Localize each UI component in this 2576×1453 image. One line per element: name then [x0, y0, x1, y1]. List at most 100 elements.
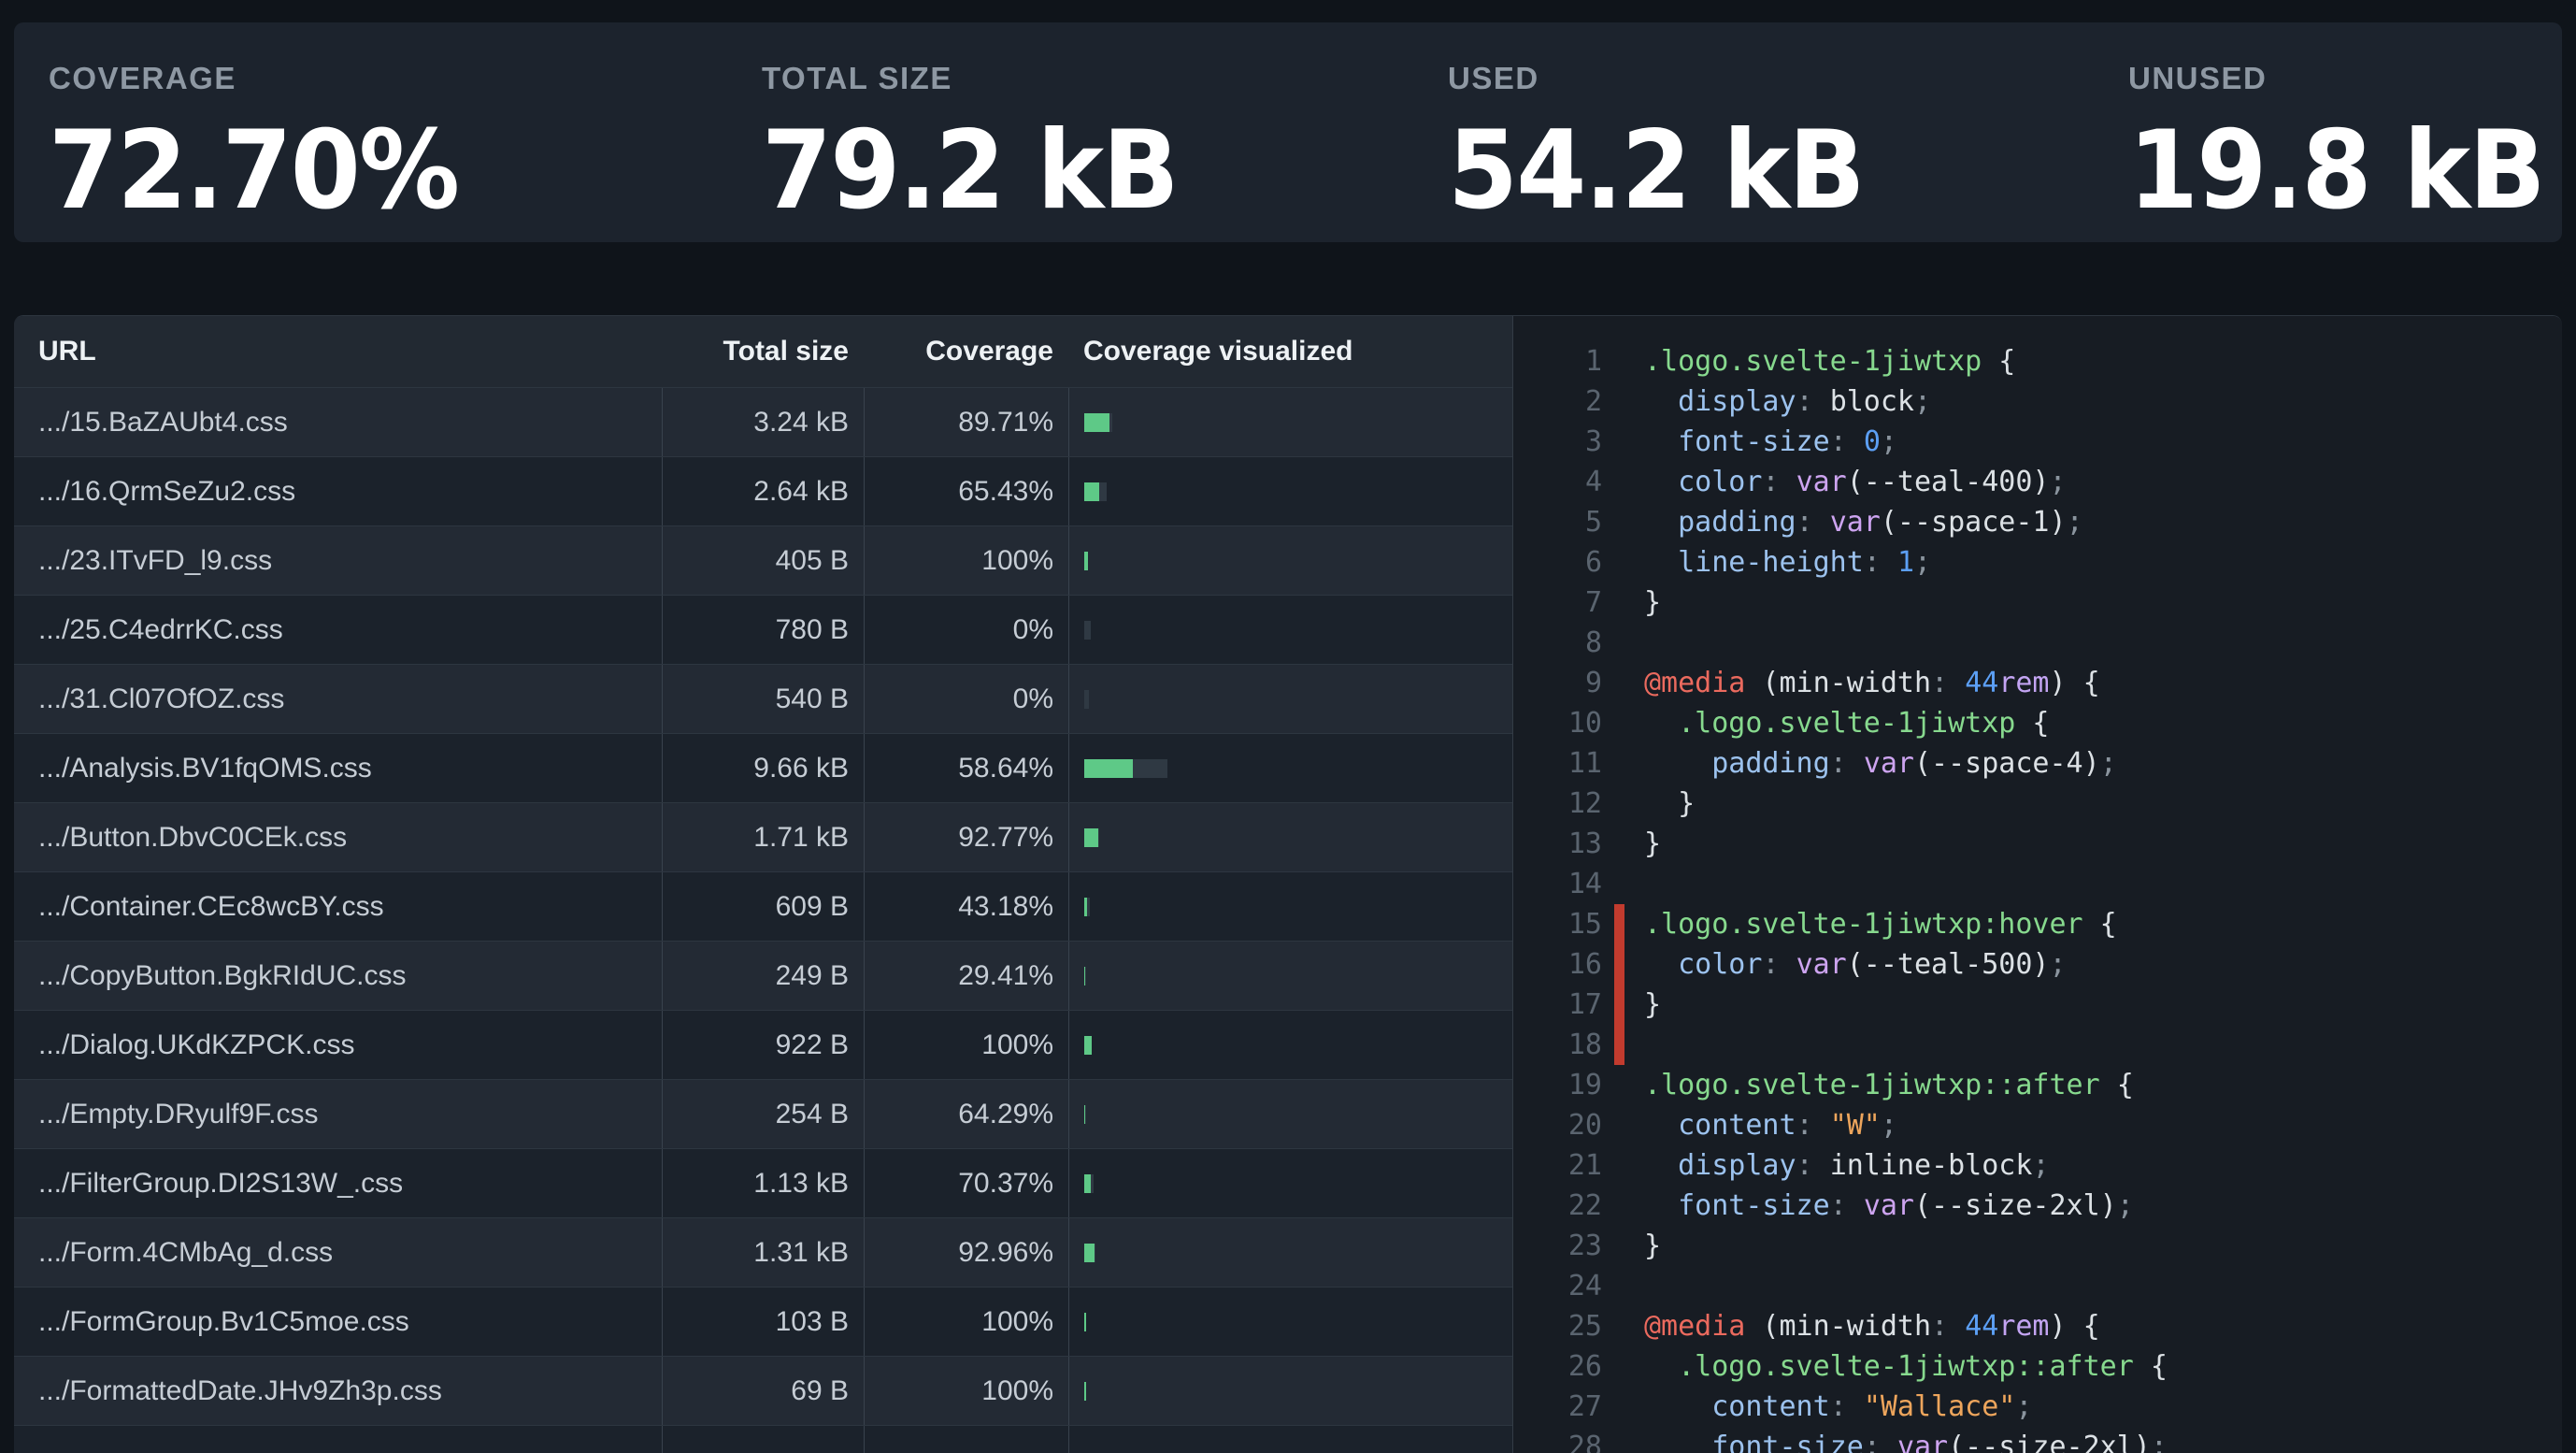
- line-number: 4: [1513, 462, 1602, 502]
- code-line: 22 font-size: var(--size-2xl);: [1513, 1186, 2562, 1226]
- header-total-size[interactable]: Total size: [662, 316, 864, 387]
- gutter-marker-spacer: [1614, 623, 1624, 663]
- code-line: 5 padding: var(--space-1);: [1513, 502, 2562, 542]
- coverage-visualized-cell: [1068, 734, 1512, 802]
- table-row[interactable]: .../Button.DbvC0CEk.css1.71 kB92.77%: [14, 802, 1512, 871]
- files-table: URL Total size Coverage Coverage visuali…: [14, 316, 1512, 1453]
- table-row[interactable]: .../FilterGroup.DI2S13W_.css1.13 kB70.37…: [14, 1148, 1512, 1217]
- gutter-marker-spacer: [1614, 703, 1624, 743]
- header-coverage-visualized[interactable]: Coverage visualized: [1068, 316, 1512, 387]
- table-row[interactable]: .../15.BaZAUbt4.css3.24 kB89.71%: [14, 387, 1512, 456]
- coverage-bar-used: [1084, 1313, 1086, 1331]
- coverage-bar-unused: [1084, 621, 1091, 640]
- source-code-viewer: 1.logo.svelte-1jiwtxp {2 display: block;…: [1512, 316, 2562, 1453]
- url-cell: .../FormGroup.Bv1C5moe.css: [14, 1288, 662, 1356]
- coverage-bar-used: [1084, 1382, 1086, 1401]
- code-line: 17}: [1513, 985, 2562, 1025]
- coverage-bar: [1084, 1244, 1095, 1262]
- table-row[interactable]: .../25.C4edrrKC.css780 B0%: [14, 595, 1512, 664]
- table-row[interactable]: .../Empty.DRyulf9F.css254 B64.29%: [14, 1079, 1512, 1148]
- table-row[interactable]: .../Container.CEc8wcBY.css609 B43.18%: [14, 871, 1512, 941]
- coverage-cell: 100%: [864, 1011, 1068, 1079]
- gutter-marker-spacer: [1614, 824, 1624, 864]
- code-text: .logo.svelte-1jiwtxp::after {: [1644, 1065, 2134, 1105]
- coverage-visualized-cell: [1068, 872, 1512, 941]
- files-table-body: .../15.BaZAUbt4.css3.24 kB89.71%.../16.Q…: [14, 387, 1512, 1453]
- line-number: 3: [1513, 422, 1602, 462]
- stat-total-size-label: TOTAL SIZE: [762, 61, 1413, 96]
- code-text: }: [1644, 784, 1695, 824]
- line-number: 23: [1513, 1226, 1602, 1266]
- code-text: .logo.svelte-1jiwtxp {: [1644, 341, 2015, 381]
- gutter-marker-spacer: [1614, 1145, 1624, 1186]
- code-text: color: var(--teal-500);: [1644, 944, 2067, 985]
- stat-total-size: TOTAL SIZE 79.2 kB: [727, 61, 1413, 225]
- table-row[interactable]: .../CopyButton.BgkRIdUC.css249 B29.41%: [14, 941, 1512, 1010]
- gutter-marker-spacer: [1614, 502, 1624, 542]
- coverage-cell: 43.18%: [864, 872, 1068, 941]
- header-coverage[interactable]: Coverage: [864, 316, 1068, 387]
- coverage-visualized-cell: [1068, 457, 1512, 525]
- table-row[interactable]: .../31.Cl07OfOZ.css540 B0%: [14, 664, 1512, 733]
- unused-range-marker: [1614, 1025, 1624, 1065]
- gutter-marker-spacer: [1614, 1226, 1624, 1266]
- coverage-bar: [1084, 1174, 1094, 1193]
- url-cell: .../Dialog.UKdKZPCK.css: [14, 1011, 662, 1079]
- coverage-bar-unused: [1091, 1174, 1094, 1193]
- stat-used-value: 54.2 kB: [1448, 117, 2049, 225]
- table-row[interactable]: .../23.ITvFD_l9.css405 B100%: [14, 525, 1512, 595]
- coverage-cell: 92.96%: [864, 1218, 1068, 1287]
- code-text: padding: var(--space-1);: [1644, 502, 2083, 542]
- files-table-header: URL Total size Coverage Coverage visuali…: [14, 316, 1512, 387]
- line-number: 28: [1513, 1427, 1602, 1453]
- line-number: 25: [1513, 1306, 1602, 1346]
- code-text: @media (min-width: 44rem) {: [1644, 663, 2100, 703]
- coverage-bar: [1084, 1313, 1086, 1331]
- coverage-visualized-cell: [1068, 1011, 1512, 1079]
- code-line: 11 padding: var(--space-4);: [1513, 743, 2562, 784]
- header-url[interactable]: URL: [14, 316, 662, 387]
- line-number: 27: [1513, 1387, 1602, 1427]
- coverage-bar-used: [1084, 1036, 1092, 1055]
- gutter-marker-spacer: [1614, 381, 1624, 422]
- total-size-cell: 3.24 kB: [662, 388, 864, 456]
- unused-range-marker: [1614, 904, 1624, 944]
- table-row[interactable]: .../Analysis.BV1fqOMS.css9.66 kB58.64%: [14, 733, 1512, 802]
- code-text: font-size: 0;: [1644, 422, 1897, 462]
- url-cell: .../23.ITvFD_l9.css: [14, 526, 662, 595]
- line-number: 19: [1513, 1065, 1602, 1105]
- table-row[interactable]: .../Dialog.UKdKZPCK.css922 B100%: [14, 1010, 1512, 1079]
- url-cell: .../16.QrmSeZu2.css: [14, 457, 662, 525]
- line-number: 5: [1513, 502, 1602, 542]
- table-row[interactable]: .../FormGroup.Bv1C5moe.css103 B100%: [14, 1287, 1512, 1356]
- line-number: 12: [1513, 784, 1602, 824]
- stat-unused-label: UNUSED: [2128, 61, 2575, 96]
- total-size-cell: 249 B: [662, 942, 864, 1010]
- url-cell: .../31.Cl07OfOZ.css: [14, 665, 662, 733]
- line-number: 7: [1513, 583, 1602, 623]
- coverage-bar-unused: [1087, 898, 1090, 916]
- total-size-cell: 103 B: [662, 1288, 864, 1356]
- code-line: 15.logo.svelte-1jiwtxp:hover {: [1513, 904, 2562, 944]
- coverage-visualized-cell: [1068, 596, 1512, 664]
- code-line: 26 .logo.svelte-1jiwtxp::after {: [1513, 1346, 2562, 1387]
- table-row[interactable]: .../16.QrmSeZu2.css2.64 kB65.43%: [14, 456, 1512, 525]
- stat-coverage-label: COVERAGE: [49, 61, 727, 96]
- coverage-bar-used: [1084, 1174, 1091, 1193]
- coverage-bar: [1084, 413, 1112, 432]
- table-row[interactable]: .../FormattedDate.JHv9Zh3p.css69 B100%: [14, 1356, 1512, 1425]
- code-line: 9@media (min-width: 44rem) {: [1513, 663, 2562, 703]
- gutter-marker-spacer: [1614, 1105, 1624, 1145]
- coverage-cell: 0%: [864, 596, 1068, 664]
- table-row[interactable]: [14, 1425, 1512, 1453]
- code-line: 3 font-size: 0;: [1513, 422, 2562, 462]
- coverage-bar-used: [1084, 482, 1099, 501]
- total-size-cell: 1.71 kB: [662, 803, 864, 871]
- coverage-bar-used: [1084, 552, 1088, 570]
- coverage-bar: [1084, 1036, 1092, 1055]
- table-row[interactable]: .../Form.4CMbAg_d.css1.31 kB92.96%: [14, 1217, 1512, 1287]
- coverage-cell: 58.64%: [864, 734, 1068, 802]
- coverage-bar-unused: [1133, 759, 1167, 778]
- gutter-marker-spacer: [1614, 1186, 1624, 1226]
- coverage-visualized-cell: [1068, 1080, 1512, 1148]
